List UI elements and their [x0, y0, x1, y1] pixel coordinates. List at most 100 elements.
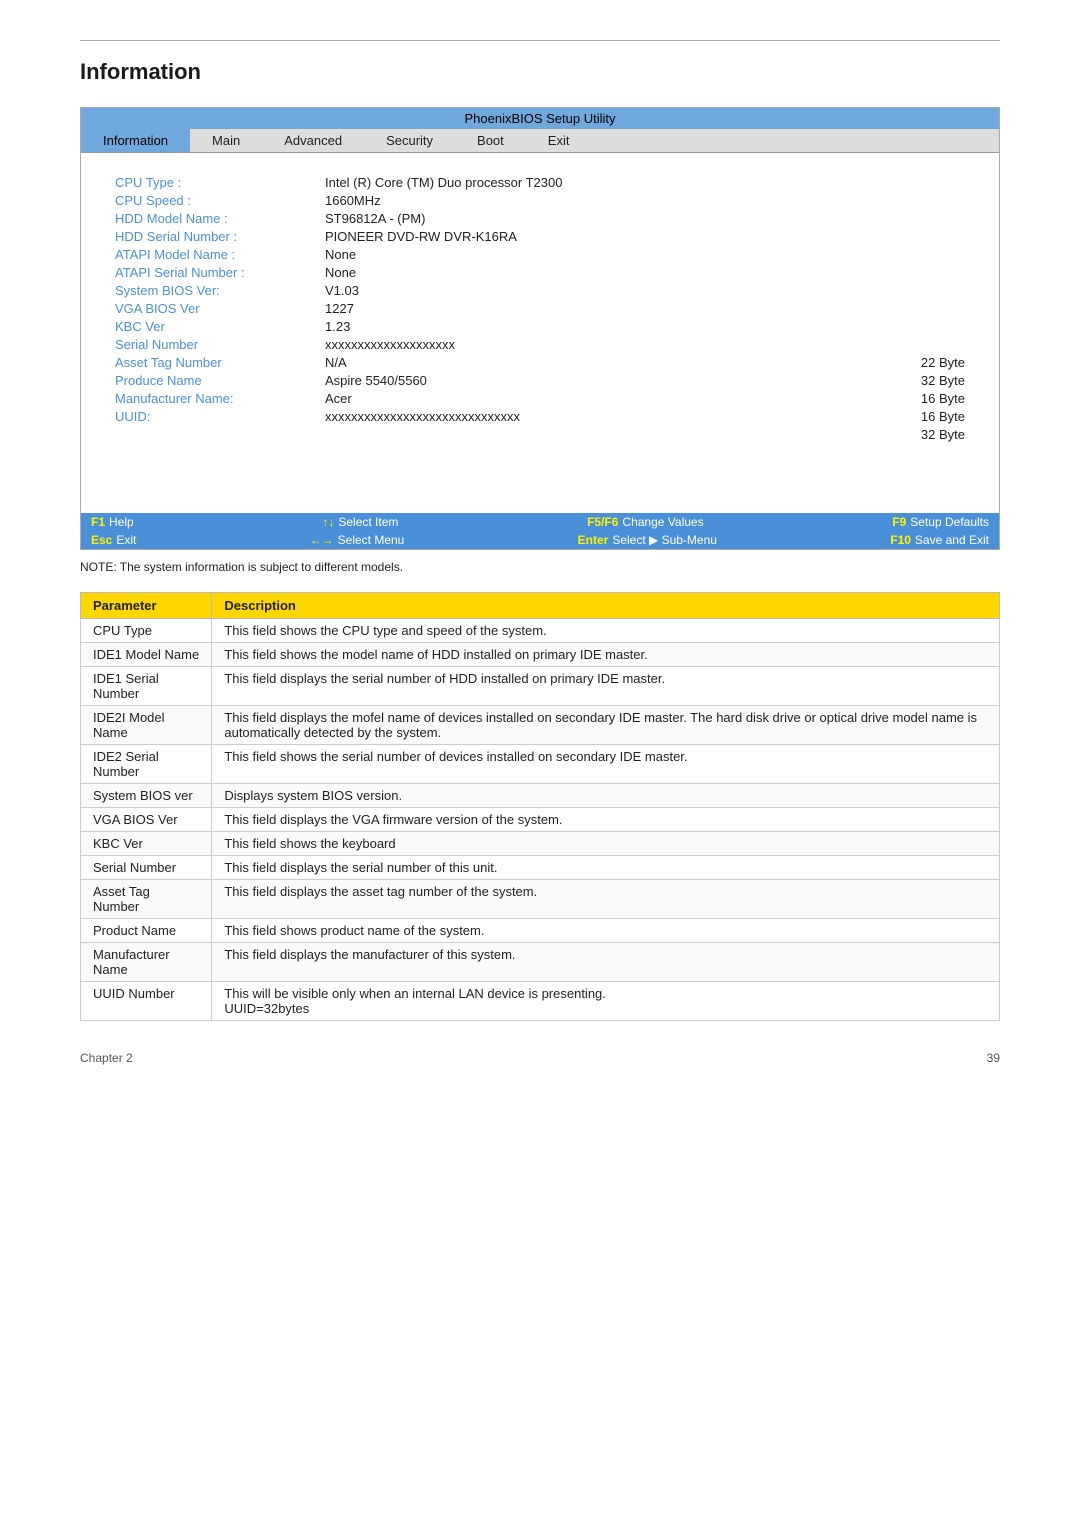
field-value: Aspire 5540/5560	[321, 371, 879, 389]
field-label: System BIOS Ver:	[111, 281, 321, 299]
param-desc: This field displays the serial number of…	[212, 856, 1000, 880]
bios-nav-information[interactable]: Information	[81, 129, 190, 152]
list-item: CPU Type This field shows the CPU type a…	[81, 619, 1000, 643]
field-value: None	[321, 263, 879, 281]
field-byte	[879, 245, 969, 263]
param-name: Manufacturer Name	[81, 943, 212, 982]
note-text: NOTE: The system information is subject …	[80, 560, 1000, 574]
field-label: UUID:	[111, 407, 321, 425]
field-value: ST96812A - (PM)	[321, 209, 879, 227]
table-row: Serial Number xxxxxxxxxxxxxxxxxxxx	[111, 335, 969, 353]
field-byte	[879, 335, 969, 353]
bios-title-bar: PhoenixBIOS Setup Utility	[81, 108, 999, 129]
field-byte	[879, 281, 969, 299]
table-row: CPU Type : Intel (R) Core (TM) Duo proce…	[111, 173, 969, 191]
param-name: IDE1 Serial Number	[81, 667, 212, 706]
table-row: HDD Model Name : ST96812A - (PM)	[111, 209, 969, 227]
status-arrows-item: ↑↓ Select Item	[322, 515, 398, 529]
list-item: VGA BIOS Ver This field displays the VGA…	[81, 808, 1000, 832]
field-value: 1660MHz	[321, 191, 879, 209]
table-row: 32 Byte	[111, 425, 969, 443]
param-name: IDE2I Model Name	[81, 706, 212, 745]
table-row: HDD Serial Number : PIONEER DVD-RW DVR-K…	[111, 227, 969, 245]
bios-nav-exit[interactable]: Exit	[526, 129, 592, 152]
field-label: HDD Serial Number :	[111, 227, 321, 245]
field-value: None	[321, 245, 879, 263]
field-byte: 32 Byte	[879, 425, 969, 443]
field-label: ATAPI Model Name :	[111, 245, 321, 263]
table-row: ATAPI Model Name : None	[111, 245, 969, 263]
list-item: System BIOS ver Displays system BIOS ver…	[81, 784, 1000, 808]
footer: Chapter 2 39	[80, 1051, 1000, 1065]
table-row: CPU Speed : 1660MHz	[111, 191, 969, 209]
table-row: KBC Ver 1.23	[111, 317, 969, 335]
table-row: ATAPI Serial Number : None	[111, 263, 969, 281]
table-header-row: Parameter Description	[81, 593, 1000, 619]
status-row-2: Esc Exit ←→ Select Menu Enter Select ▶ S…	[81, 531, 999, 549]
field-byte	[879, 227, 969, 245]
list-item: UUID Number This will be visible only wh…	[81, 982, 1000, 1021]
param-desc: Displays system BIOS version.	[212, 784, 1000, 808]
field-byte: 22 Byte	[879, 353, 969, 371]
param-name: CPU Type	[81, 619, 212, 643]
field-value: V1.03	[321, 281, 879, 299]
field-label: CPU Type :	[111, 173, 321, 191]
field-label: Asset Tag Number	[111, 353, 321, 371]
bios-status-bar: F1 Help ↑↓ Select Item F5/F6 Change Valu…	[81, 513, 999, 549]
field-byte	[879, 317, 969, 335]
list-item: Serial Number This field displays the se…	[81, 856, 1000, 880]
param-desc: This field shows the serial number of de…	[212, 745, 1000, 784]
table-row: Manufacturer Name: Acer 16 Byte	[111, 389, 969, 407]
bios-box: PhoenixBIOS Setup Utility Information Ma…	[80, 107, 1000, 550]
bios-nav-advanced[interactable]: Advanced	[262, 129, 364, 152]
field-value: xxxxxxxxxxxxxxxxxxxx	[321, 335, 879, 353]
bios-nav-boot[interactable]: Boot	[455, 129, 526, 152]
status-lr-arrows: ←→ Select Menu	[310, 533, 405, 547]
list-item: IDE1 Model Name This field shows the mod…	[81, 643, 1000, 667]
field-byte: 32 Byte	[879, 371, 969, 389]
param-desc: This field displays the asset tag number…	[212, 880, 1000, 919]
param-name: VGA BIOS Ver	[81, 808, 212, 832]
table-row: VGA BIOS Ver 1227	[111, 299, 969, 317]
field-label: KBC Ver	[111, 317, 321, 335]
field-value: Acer	[321, 389, 879, 407]
param-desc: This field shows the CPU type and speed …	[212, 619, 1000, 643]
field-value: Intel (R) Core (TM) Duo processor T2300	[321, 173, 879, 191]
field-byte	[879, 209, 969, 227]
field-value: PIONEER DVD-RW DVR-K16RA	[321, 227, 879, 245]
list-item: IDE2I Model Name This field displays the…	[81, 706, 1000, 745]
param-desc: This field displays the mofel name of de…	[212, 706, 1000, 745]
field-label: Produce Name	[111, 371, 321, 389]
param-desc: This field displays the VGA firmware ver…	[212, 808, 1000, 832]
field-byte: 16 Byte	[879, 407, 969, 425]
list-item: Manufacturer Name This field displays th…	[81, 943, 1000, 982]
param-name: Serial Number	[81, 856, 212, 880]
list-item: KBC Ver This field shows the keyboard	[81, 832, 1000, 856]
bios-nav-security[interactable]: Security	[364, 129, 455, 152]
param-desc: This field shows the keyboard	[212, 832, 1000, 856]
col-header-parameter: Parameter	[81, 593, 212, 619]
param-name: System BIOS ver	[81, 784, 212, 808]
table-row-spacer	[111, 443, 969, 483]
field-byte: 16 Byte	[879, 389, 969, 407]
param-desc: This field displays the serial number of…	[212, 667, 1000, 706]
bios-nav-main[interactable]: Main	[190, 129, 262, 152]
status-row-1: F1 Help ↑↓ Select Item F5/F6 Change Valu…	[81, 513, 999, 531]
field-value: xxxxxxxxxxxxxxxxxxxxxxxxxxxxxx	[321, 407, 879, 425]
param-name: IDE1 Model Name	[81, 643, 212, 667]
top-rule	[80, 40, 1000, 41]
field-label: ATAPI Serial Number :	[111, 263, 321, 281]
param-name: KBC Ver	[81, 832, 212, 856]
field-byte	[879, 191, 969, 209]
status-f5f6: F5/F6 Change Values	[587, 515, 704, 529]
param-desc: This field shows product name of the sys…	[212, 919, 1000, 943]
status-esc: Esc Exit	[91, 533, 136, 547]
field-byte	[879, 299, 969, 317]
param-name: IDE2 Serial Number	[81, 745, 212, 784]
page-title: Information	[80, 59, 1000, 85]
parameter-table: Parameter Description CPU Type This fiel…	[80, 592, 1000, 1021]
list-item: IDE2 Serial Number This field shows the …	[81, 745, 1000, 784]
field-byte	[879, 263, 969, 281]
table-row: System BIOS Ver: V1.03	[111, 281, 969, 299]
list-item: IDE1 Serial Number This field displays t…	[81, 667, 1000, 706]
